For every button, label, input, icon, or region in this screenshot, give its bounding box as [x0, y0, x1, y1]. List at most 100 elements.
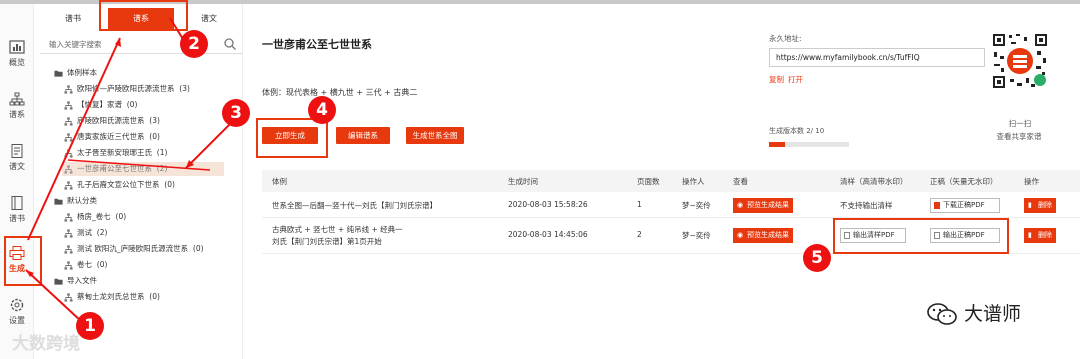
tab-book[interactable]: 谱书 [40, 8, 106, 30]
org-chart-icon [9, 92, 25, 106]
book-icon [11, 196, 23, 210]
search-icon[interactable] [223, 37, 237, 51]
open-link[interactable]: 打开 [788, 74, 803, 85]
tree-item[interactable]: 欧阳修—庐陵欧阳氏源流世系 (3) [64, 82, 190, 96]
page-title: 一世彦甫公至七世世系 [262, 38, 372, 51]
pdf-icon [934, 202, 940, 209]
cell-pages: 2 [637, 230, 642, 239]
highlight-pdf-buttons [833, 218, 1009, 254]
tree-group[interactable]: 体例样本 [54, 66, 97, 80]
org-chart-icon [64, 148, 73, 158]
tree-item[interactable]: 【恢复】家谱 (0) [64, 98, 137, 112]
col-proof: 清样（高清带水印） [840, 177, 908, 186]
cell-proof: 不支持输出清样 [840, 201, 893, 210]
preview-button[interactable]: ◉ 预览生成结果 [733, 228, 793, 243]
col-view: 查看 [733, 177, 748, 186]
tree-item[interactable]: 庐陵欧阳氏源流世系 (3) [64, 114, 160, 128]
copy-link[interactable]: 复制 [769, 74, 784, 85]
edit-lineage-button[interactable]: 编辑谱系 [336, 127, 390, 144]
nav-overview[interactable]: 概览 [0, 40, 34, 68]
nav-lineage[interactable]: 谱系 [0, 92, 34, 120]
permanent-url-field[interactable]: https://www.myfamilybook.cn/s/TufFIQ [769, 48, 985, 67]
tree-group[interactable]: 导入文件 [54, 274, 97, 288]
org-chart-icon [64, 132, 73, 142]
tree-panel: 谱书 谱系 谱文 输入关键字搜索 体例样本 欧阳修—庐陵欧阳氏源流世系 (3) … [40, 4, 243, 359]
col-style: 体例 [272, 177, 287, 186]
cell-style: 世系全图—后翻—竖十代—刘氏【荆门刘氏宗谱】 [272, 201, 437, 210]
left-nav: 概览 谱系 谱文 谱书 生成 设置 [0, 4, 34, 359]
eye-icon: ◉ [737, 201, 744, 209]
col-pages: 页面数 [637, 177, 660, 186]
nav-text[interactable]: 谱文 [0, 144, 34, 172]
cell-style-line2: 刘氏【荆门刘氏宗谱】第1页开始 [272, 237, 382, 246]
trash-icon: ▮ [1028, 231, 1032, 239]
org-chart-icon [64, 292, 73, 302]
annotation-4: 4 [308, 96, 336, 124]
cell-operator: 梦~奕伶 [682, 231, 711, 240]
org-chart-icon [64, 164, 73, 174]
nav-book[interactable]: 谱书 [0, 196, 34, 224]
tree-item-selected[interactable]: 一世彦甫公至七世世系 (2) [62, 162, 224, 176]
col-actions: 操作 [1024, 177, 1039, 186]
qr-code [989, 30, 1051, 92]
nav-settings[interactable]: 设置 [0, 298, 34, 326]
tree-item[interactable]: 测试 欧阳氿_庐陵欧阳氏源流世系 (0) [64, 242, 204, 256]
folder-icon [54, 70, 63, 77]
org-chart-icon [64, 180, 73, 190]
folder-icon [54, 278, 63, 285]
tree-item[interactable]: 孔子后裔文宣公位下世系 (0) [64, 178, 175, 192]
col-time: 生成时间 [508, 177, 538, 186]
qr-caption-scan: 扫一扫 [1008, 119, 1032, 128]
org-chart-icon [64, 212, 73, 222]
annotation-5: 5 [803, 244, 831, 272]
folder-icon [54, 198, 63, 205]
tree-item[interactable]: 卷七 (0) [64, 258, 107, 272]
preview-button[interactable]: ◉ 预览生成结果 [733, 198, 793, 213]
cell-style: 古典欧式 + 竖七世 + 纯吊线 + 经典一 [272, 225, 403, 234]
annotation-1: 1 [76, 312, 104, 340]
search-input[interactable]: 输入关键字搜索 [40, 34, 243, 54]
table-header: 体例 生成时间 页面数 操作人 查看 清样（高清带水印） 正稿（矢量无水印） 操… [262, 170, 1080, 192]
tree-item[interactable]: 杨房_卷七 (0) [64, 210, 126, 224]
download-final-pdf-button[interactable]: 下载正稿PDF [930, 198, 1000, 213]
table-row: 世系全图—后翻—竖十代—刘氏【荆门刘氏宗谱】 2020-08-03 15:58:… [262, 192, 1080, 218]
cell-time: 2020-08-03 14:45:06 [508, 230, 588, 239]
tree-item[interactable]: 测试 (2) [64, 226, 107, 240]
org-chart-icon [64, 100, 73, 110]
watermark-right: 大谱师 [964, 303, 1022, 325]
cell-pages: 1 [637, 200, 642, 209]
annotation-3: 3 [222, 99, 250, 127]
eye-icon: ◉ [737, 231, 744, 239]
version-count: 生成版本数 2/ 10 [769, 127, 825, 135]
wechat-icon [927, 303, 957, 325]
document-icon [11, 144, 23, 158]
permanent-url-label: 永久地址: [769, 34, 802, 43]
org-chart-icon [64, 244, 73, 254]
style-meta: 体例：现代表格 + 横九世 + 三代 + 古典二 [262, 88, 418, 97]
highlight-generate-button [256, 118, 328, 158]
annotation-2: 2 [180, 30, 208, 58]
tree-item[interactable]: 唐寅家族近三代世系 (0) [64, 130, 160, 144]
col-operator: 操作人 [682, 177, 705, 186]
org-chart-icon [64, 84, 73, 94]
tree-item[interactable]: 蔡甸土龙刘氏总世系 (0) [64, 290, 160, 304]
cell-time: 2020-08-03 15:58:26 [508, 200, 588, 209]
tree-item[interactable]: 太子晋至新安琅琊王氏 (1) [64, 146, 167, 160]
highlight-generate-nav [4, 236, 42, 286]
col-final: 正稿（矢量无水印） [930, 177, 998, 186]
org-chart-icon [64, 116, 73, 126]
gear-icon [10, 298, 24, 312]
qr-caption-view: 查看共享家谱 [996, 132, 1042, 141]
tree-group[interactable]: 默认分类 [54, 194, 97, 208]
trash-icon: ▮ [1028, 201, 1032, 209]
watermark-left: 大数跨境 [12, 334, 80, 354]
version-progress [769, 142, 849, 147]
delete-button[interactable]: ▮ 删除 [1024, 228, 1056, 243]
generate-full-chart-button[interactable]: 生成世系全图 [406, 127, 464, 144]
cell-operator: 梦~奕伶 [682, 201, 711, 210]
highlight-lineage-tab [99, 0, 188, 31]
org-chart-icon [64, 228, 73, 238]
delete-button[interactable]: ▮ 删除 [1024, 198, 1056, 213]
bar-chart-icon [9, 40, 25, 54]
version-progress-fill [769, 142, 785, 147]
